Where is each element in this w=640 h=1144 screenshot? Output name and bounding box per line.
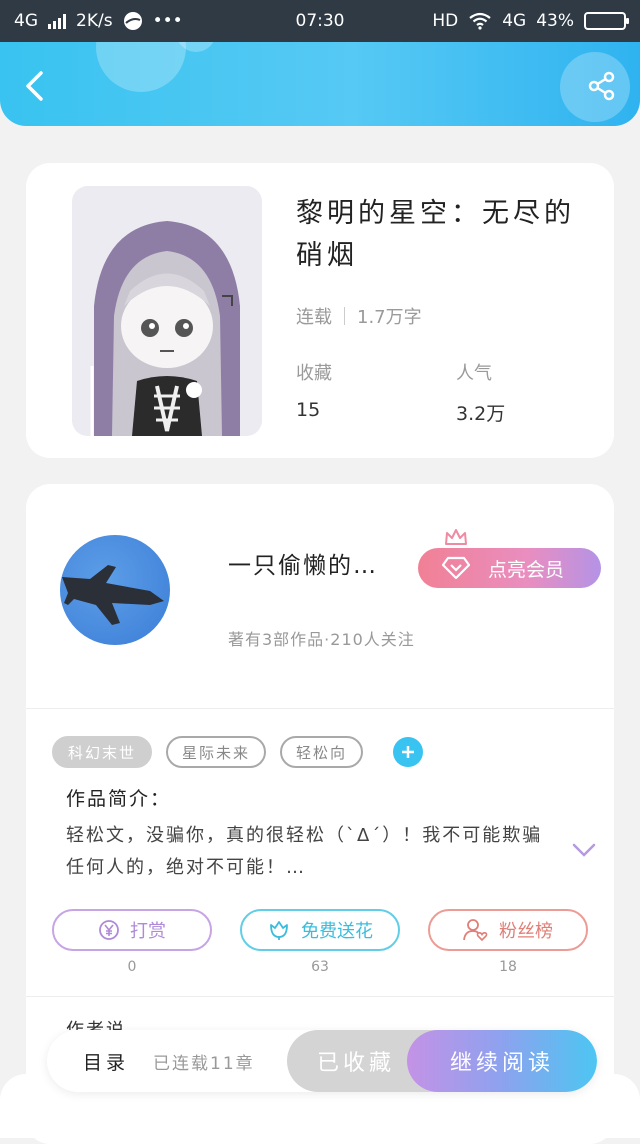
author-avatar[interactable] [60, 535, 170, 645]
book-meta: 连载 1.7万字 [296, 303, 422, 329]
tag-item[interactable]: 科幻末世 [52, 736, 153, 768]
tag-item[interactable]: 轻松向 [280, 736, 364, 768]
chapter-count: 已连载11章 [153, 1053, 255, 1074]
diamond-icon [442, 556, 470, 580]
reward-count: 0 [127, 959, 137, 975]
wifi-icon [469, 12, 491, 30]
share-button[interactable] [582, 66, 622, 106]
favorites-value: 15 [296, 399, 321, 421]
battery-icon [584, 12, 629, 30]
intro-text: 轻松文，没骗你，真的很轻松（`Δ´）！我不可能欺骗任何人的，绝对不可能！… [66, 825, 543, 878]
jet-image [62, 565, 164, 625]
send-flower-label: 免费送花 [301, 921, 373, 942]
share-icon [588, 71, 615, 101]
section-divider [26, 708, 614, 709]
more-dots: ••• [152, 11, 183, 31]
signal-icon [48, 13, 66, 29]
reward-button[interactable]: 打赏 [52, 909, 212, 951]
network-right-label: 4G [502, 11, 527, 31]
flower-action: 免费送花 63 [240, 909, 400, 975]
bottom-action-bar: 目录 已连载11章 已收藏 继续阅读 [47, 1030, 597, 1092]
author-name[interactable]: 一只偷懒的… [228, 546, 378, 580]
reward-label: 打赏 [130, 921, 166, 942]
favorites-stat: 收藏 15 [296, 359, 332, 421]
toc-button[interactable]: 目录 [47, 1048, 129, 1075]
flower-icon [270, 921, 288, 940]
chevron-down-icon [572, 843, 596, 857]
status-bar: 4G 2K/s ••• 07:30 HD 4G 43% [0, 0, 640, 42]
word-count: 1.7万字 [357, 307, 422, 328]
vip-button[interactable]: 点亮会员 [418, 548, 601, 588]
meta-divider [344, 307, 345, 325]
section-divider [26, 996, 614, 997]
header-bar [0, 42, 640, 126]
crown-icon [445, 529, 467, 545]
book-info-card: 黎明的星空：无尽的硝烟 连载 1.7万字 收藏 15 人气 3.2万 [26, 163, 614, 458]
fans-count: 18 [499, 959, 517, 975]
book-cover[interactable] [72, 186, 262, 436]
vip-button-label: 点亮会员 [488, 558, 565, 581]
popularity-label: 人气 [456, 363, 492, 384]
chevron-left-icon [26, 71, 43, 101]
yen-coin-icon [99, 920, 119, 940]
user-heart-icon [463, 919, 488, 942]
book-title: 黎明的星空：无尽的硝烟 [296, 198, 575, 271]
continue-reading-button[interactable]: 继续阅读 [407, 1030, 597, 1092]
battery-percent: 43% [536, 11, 574, 31]
back-button[interactable] [14, 66, 54, 106]
tag-item[interactable]: 星际未来 [166, 736, 267, 768]
send-flower-button[interactable]: 免费送花 [240, 909, 400, 951]
plus-icon [402, 746, 415, 758]
favorites-label: 收藏 [296, 363, 332, 384]
popularity-value: 3.2万 [456, 403, 506, 425]
book-status: 连载 [296, 307, 332, 328]
fans-ranking-button[interactable]: 粉丝榜 [428, 909, 588, 951]
speed-label: 2K/s [76, 11, 113, 31]
fans-ranking-label: 粉丝榜 [499, 921, 553, 942]
expand-intro-button[interactable] [572, 842, 596, 862]
flower-count: 63 [311, 959, 329, 975]
reward-action: 打赏 0 [52, 909, 212, 975]
intro-label: 作品简介： [66, 788, 172, 810]
pinwheel-icon [123, 12, 142, 30]
network-label: 4G [14, 11, 38, 31]
hd-label: HD [432, 11, 459, 31]
tag-list: 科幻末世 星际未来 轻松向 [52, 736, 424, 768]
fans-action: 粉丝榜 18 [428, 909, 588, 975]
popularity-stat: 人气 3.2万 [456, 359, 505, 426]
author-say-heading: 作者说 [66, 1016, 126, 1030]
cover-illustration [72, 186, 262, 436]
add-tag-button[interactable] [393, 737, 424, 767]
author-subtitle: 著有3部作品·210人关注 [228, 630, 415, 649]
action-row: 打赏 0 免费送花 63 粉丝榜 18 [52, 909, 588, 975]
